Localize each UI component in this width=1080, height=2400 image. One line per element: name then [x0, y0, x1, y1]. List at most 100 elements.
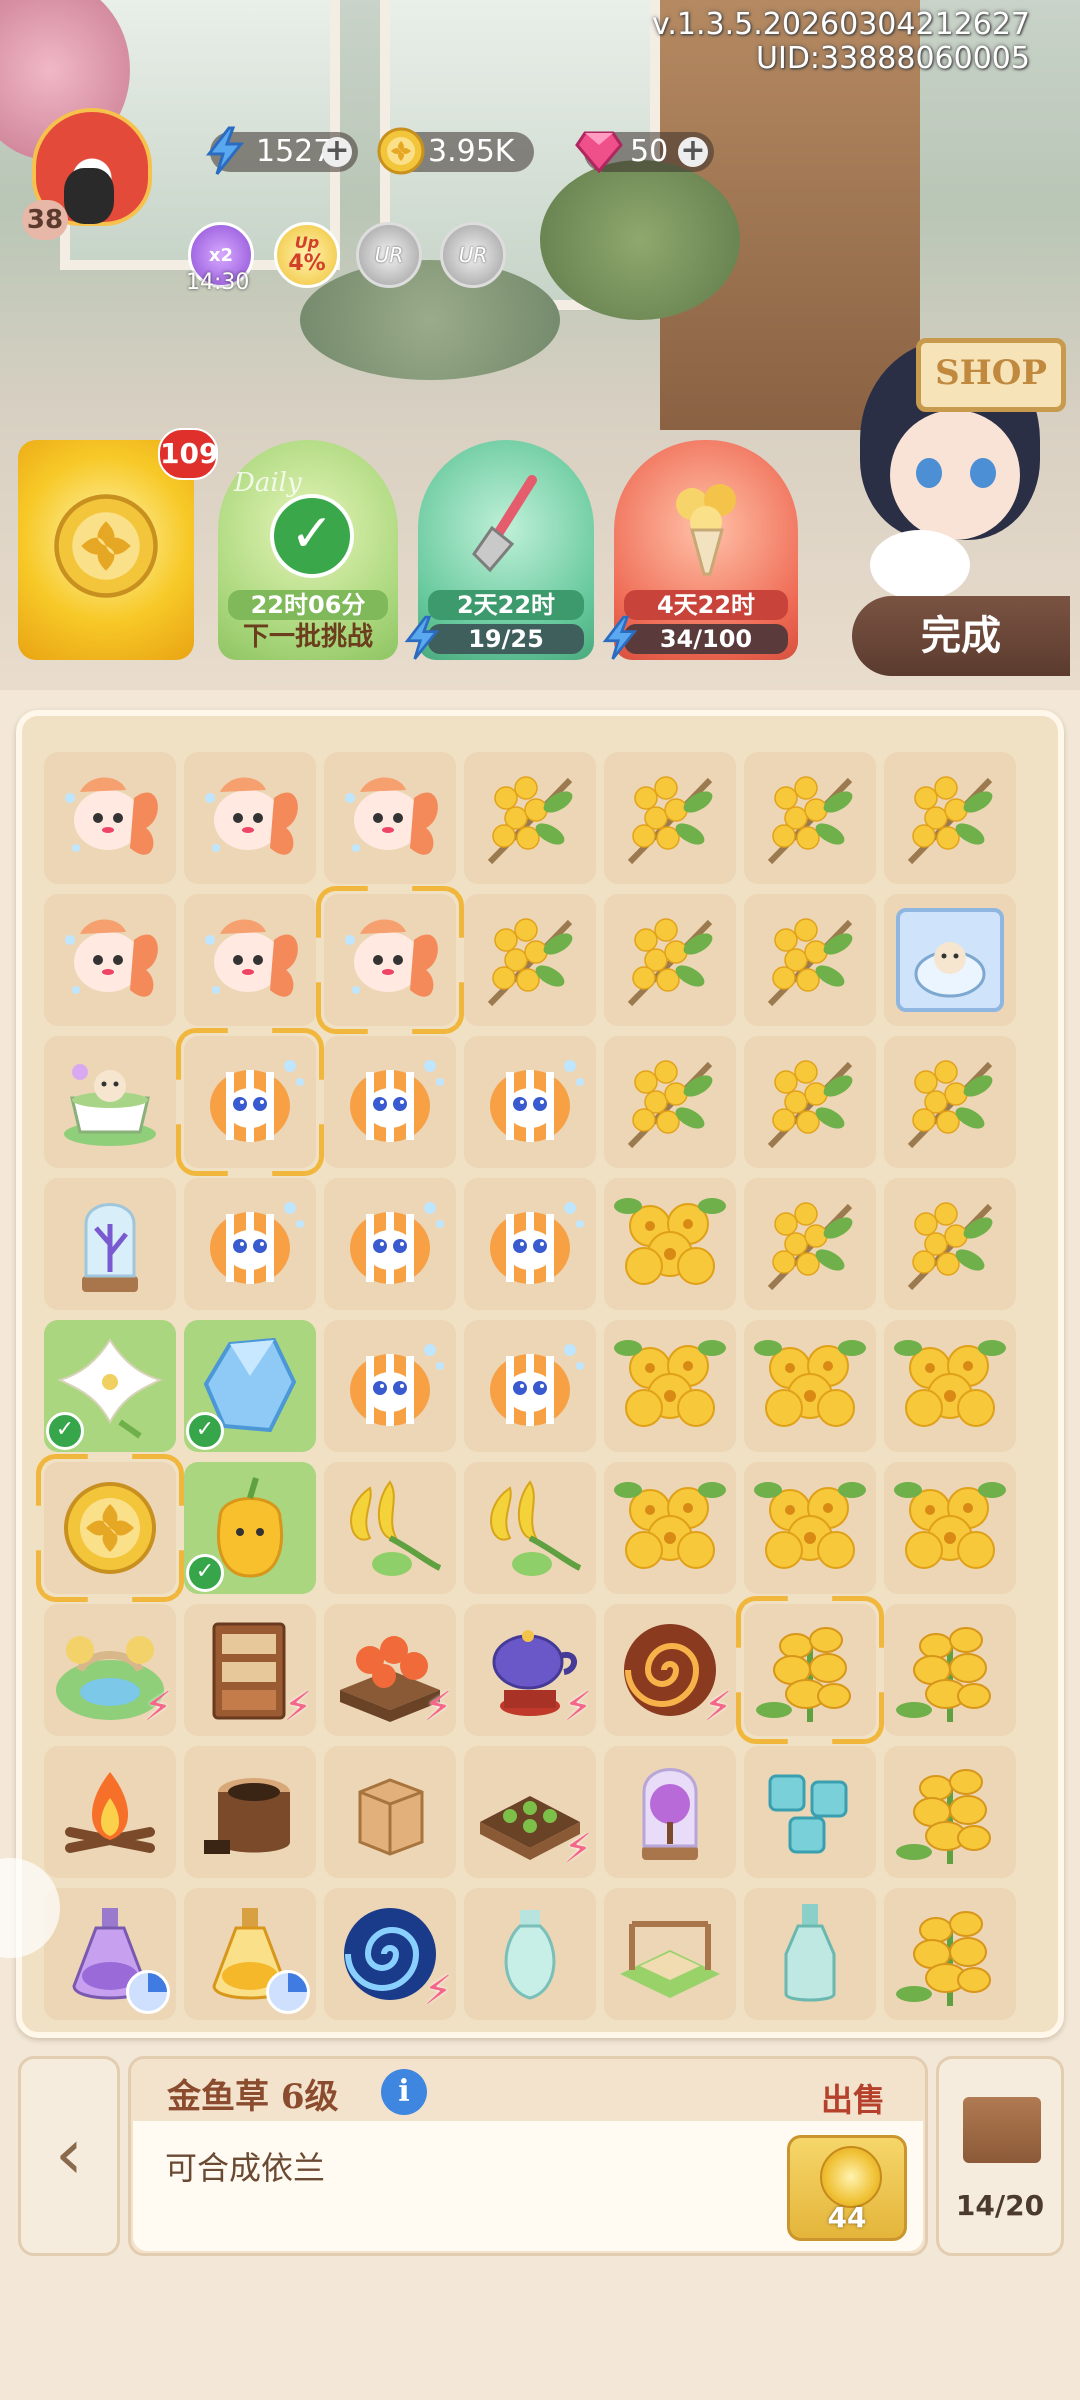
board-cell[interactable] — [604, 894, 736, 1026]
board-cell[interactable] — [324, 1746, 456, 1878]
board-cell[interactable] — [884, 1746, 1016, 1878]
crate-item-icon — [358, 1778, 424, 1856]
player-avatar[interactable]: 38 — [22, 108, 154, 248]
board-cell[interactable] — [464, 1320, 596, 1452]
board-cell[interactable] — [744, 1036, 876, 1168]
board-cell[interactable] — [604, 1746, 736, 1878]
board-cell[interactable] — [324, 894, 456, 1026]
board-cell[interactable]: ⚡ — [604, 1604, 736, 1736]
yellow-flower-item-icon — [754, 1482, 866, 1569]
board-cell[interactable] — [604, 1320, 736, 1452]
board-cell[interactable] — [184, 1178, 316, 1310]
board-cell[interactable] — [184, 894, 316, 1026]
board-cell[interactable] — [744, 752, 876, 884]
shop-sign-button[interactable]: SHOP — [916, 338, 1066, 412]
bouquet-timer: 4天22时 — [624, 590, 788, 620]
ur-silver-icon[interactable]: UR — [356, 222, 422, 288]
board-cell[interactable] — [604, 1036, 736, 1168]
board-cell[interactable] — [324, 1178, 456, 1310]
ylang-item-icon — [350, 1480, 442, 1576]
board-cell[interactable]: ⚡ — [464, 1604, 596, 1736]
table-decor — [300, 260, 560, 380]
board-cell[interactable] — [324, 1036, 456, 1168]
board-cell[interactable]: ⚡ — [184, 1604, 316, 1736]
board-cell[interactable] — [464, 1888, 596, 2020]
board-cell[interactable] — [884, 1604, 1016, 1736]
add-gem-button[interactable]: + — [678, 136, 708, 167]
board-cell[interactable] — [604, 1462, 736, 1594]
board-cell[interactable] — [744, 1462, 876, 1594]
osmanthus-item-icon — [767, 1060, 853, 1149]
board-cell[interactable] — [184, 1888, 316, 2020]
board-cell[interactable]: ✓ — [184, 1462, 316, 1594]
board-cell[interactable]: ⚡ — [324, 1604, 456, 1736]
energy-producer-icon: ⚡ — [563, 1826, 592, 1872]
koi-fish-item-icon — [345, 919, 438, 997]
board-cell[interactable] — [604, 1888, 736, 2020]
board-cell[interactable] — [744, 1746, 876, 1878]
board-cell[interactable] — [44, 894, 176, 1026]
shovel-progress: 19/25 — [428, 624, 584, 654]
board-cell[interactable] — [884, 1888, 1016, 2020]
daily-challenge-card[interactable]: Daily ✓ 22时06分 下一批挑战 — [218, 440, 398, 660]
board-cell[interactable] — [884, 894, 1016, 1026]
info-button[interactable]: i — [381, 2069, 427, 2115]
board-cell[interactable] — [464, 1178, 596, 1310]
ylang-item-icon — [490, 1480, 582, 1576]
board-cell[interactable]: ⚡ — [44, 1604, 176, 1736]
bouquet-event-card[interactable]: 4天22时 34/100 — [614, 440, 798, 660]
board-cell[interactable] — [464, 752, 596, 884]
board-cell[interactable] — [744, 894, 876, 1026]
board-cell[interactable] — [744, 1604, 876, 1736]
board-cell[interactable]: ⚡ — [464, 1746, 596, 1878]
board-cell[interactable]: ⚡ — [324, 1888, 456, 2020]
energy-producer-icon: ⚡ — [143, 1684, 172, 1730]
player-level: 38 — [22, 200, 68, 240]
sell-price: 44 — [827, 2201, 867, 2234]
coin-counter[interactable]: 3.95K — [377, 127, 534, 175]
item-name: 金鱼草 6级 — [167, 2077, 339, 2117]
board-cell[interactable]: ✓ — [44, 1320, 176, 1452]
up-rate-icon[interactable]: Up 4% — [274, 222, 340, 288]
board-cell[interactable] — [324, 1462, 456, 1594]
board-cell[interactable] — [184, 1746, 316, 1878]
complete-button[interactable]: 完成 — [852, 596, 1070, 676]
board-cell[interactable] — [884, 1320, 1016, 1452]
board-cell[interactable] — [604, 752, 736, 884]
glass-dome-item-icon — [82, 1203, 138, 1292]
board-cell[interactable] — [464, 1462, 596, 1594]
shovel-event-card[interactable]: 2天22时 19/25 — [418, 440, 594, 660]
board-cell[interactable] — [884, 752, 1016, 884]
koi-fish-item-icon — [345, 777, 438, 855]
board-cell[interactable] — [884, 1178, 1016, 1310]
gem-counter[interactable]: 50 + — [575, 131, 714, 173]
board-cell[interactable] — [44, 1888, 176, 2020]
board-cell[interactable] — [884, 1036, 1016, 1168]
board-cell[interactable] — [744, 1320, 876, 1452]
board-cell[interactable] — [324, 752, 456, 884]
board-cell[interactable] — [604, 1178, 736, 1310]
board-cell[interactable] — [744, 1178, 876, 1310]
sell-button[interactable]: 44 — [787, 2135, 907, 2241]
board-cell[interactable]: ✓ — [184, 1320, 316, 1452]
board-cell[interactable] — [44, 1036, 176, 1168]
inventory-button[interactable]: 14/20 — [936, 2056, 1064, 2256]
board-cell[interactable] — [184, 752, 316, 884]
board-cell[interactable] — [464, 894, 596, 1026]
bouquet-progress: 34/100 — [624, 624, 788, 654]
board-cell[interactable] — [44, 1178, 176, 1310]
back-button[interactable]: ‹ — [18, 2056, 120, 2256]
board-cell[interactable] — [44, 1746, 176, 1878]
daily-label: 下一批挑战 — [242, 622, 373, 652]
board-cell[interactable] — [744, 1888, 876, 2020]
energy-counter[interactable]: 1527 + — [205, 126, 358, 175]
board-cell[interactable] — [464, 1036, 596, 1168]
board-cell[interactable] — [324, 1320, 456, 1452]
add-energy-button[interactable]: + — [322, 136, 352, 167]
board-cell[interactable] — [884, 1462, 1016, 1594]
board-cell[interactable] — [44, 1462, 176, 1594]
board-cell[interactable] — [44, 752, 176, 884]
board-cell[interactable] — [184, 1036, 316, 1168]
catcup-item-icon — [64, 1064, 156, 1146]
ur-silver-icon[interactable]: UR — [440, 222, 506, 288]
